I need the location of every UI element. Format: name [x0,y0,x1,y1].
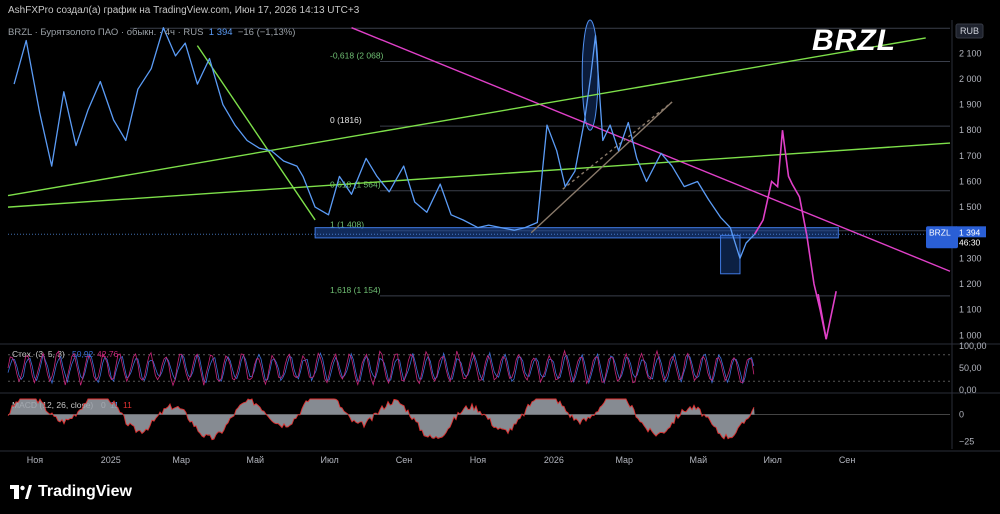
time-tick-label: Сен [839,455,856,465]
symbol-line: BRZL · Бурятзолото ПАО · обыкн. · 4ч · R… [8,27,295,38]
time-tick-label: 2025 [101,455,121,465]
time-tick-label: Сен [396,455,413,465]
time-tick-label: Ноя [470,455,487,465]
chart-canvas[interactable]: 1 0001 1001 2001 3001 4001 5001 6001 700… [0,0,1000,514]
symbol-change: −16 (−1,13%) [237,27,296,38]
trendline-green_flat [7,142,951,208]
macd-tick-label: 0 [959,409,964,419]
price-tag-countdown: 46:30 [959,237,981,247]
time-tick-label: Июл [320,455,338,465]
stoch-d-value: 42,76 [97,349,119,359]
price-tick-label: 1 800 [959,125,982,135]
time-tick-label: Май [690,455,708,465]
fib-level-label: 1,618 (1 154) [330,285,381,295]
ticker-watermark: BRZL [812,24,896,57]
stoch-tick-label: 50,00 [959,363,982,373]
price-tick-label: 1 700 [959,151,982,161]
time-tick-label: Июл [764,455,782,465]
author-line: AshFXPro создал(а) график на TradingView… [8,5,360,16]
price-tick-label: 1 000 [959,330,982,340]
trendline-green_down [196,45,316,221]
price-tick-label: 1 200 [959,279,982,289]
time-tick-label: Мар [615,455,633,465]
time-tick-label: Ноя [27,455,44,465]
stoch-title: Стох. (3, 5, 3) [12,349,65,359]
price-tick-label: 1 600 [959,177,982,187]
fib-level-label: 0 (1816) [330,115,362,125]
time-tick-label: 2026 [544,455,564,465]
stoch-k-line [7,349,755,387]
brand-name: TradingView [38,483,132,500]
stoch-tick-label: 100,00 [959,341,987,351]
support-zone [314,227,839,239]
price-tick-label: 1 300 [959,253,982,263]
tradingview-logo-icon [10,485,32,499]
price-line [13,27,756,260]
macd-value-signal: 11 [123,400,132,410]
price-tick-label: 1 500 [959,202,982,212]
price-tick-label: 2 100 [959,48,982,58]
symbol-price: 1 394 [208,27,233,38]
stoch-d-line [7,351,755,385]
fib-level-label: -0,618 (2 068) [330,51,384,61]
macd-histogram [8,399,755,440]
price-tick-label: 1 900 [959,100,982,110]
macd-tick-label: −25 [959,436,974,446]
time-tick-label: Мар [172,455,190,465]
price-tag-symbol: BRZL [929,227,951,237]
price-tick-label: 1 100 [959,305,982,315]
price-tick-label: 2 000 [959,74,982,84]
price-tag-value: 1 394 [959,227,981,237]
currency-label: RUB [960,26,979,36]
time-tick-label: Май [246,455,264,465]
symbol-name: BRZL · Бурятзолото ПАО · обыкн. · 4ч · R… [8,27,204,38]
stoch-tick-label: 0,00 [959,385,977,395]
highlight-box [720,234,741,275]
tradingview-logo[interactable]: TradingView [10,483,132,501]
